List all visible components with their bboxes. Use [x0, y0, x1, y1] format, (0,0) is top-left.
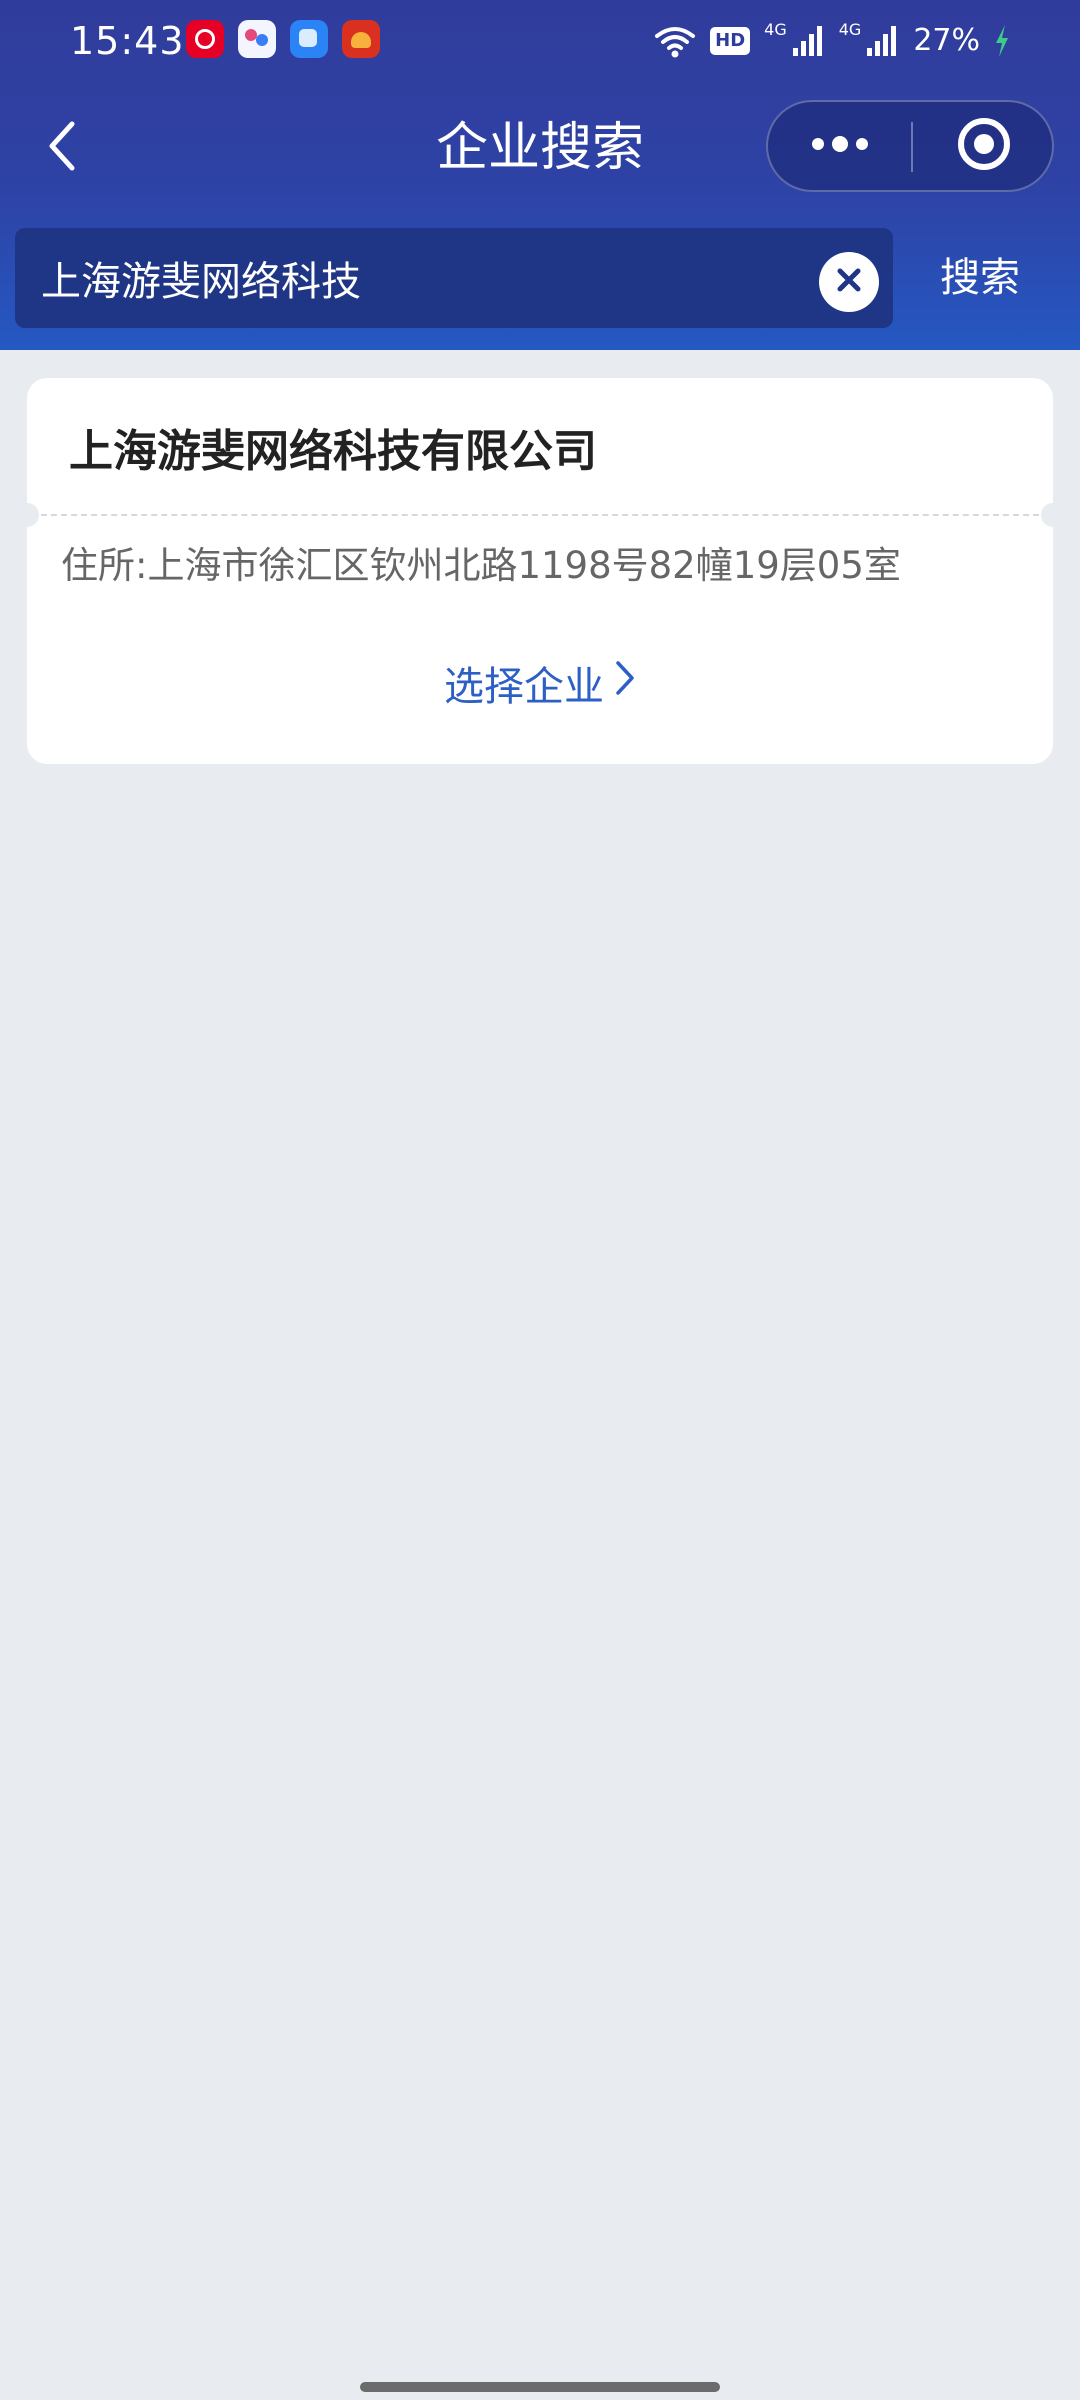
baidu-netdisk-icon	[238, 20, 276, 58]
search-row: 搜索	[0, 226, 1080, 330]
back-button[interactable]	[28, 114, 96, 182]
search-box	[15, 228, 893, 328]
close-icon	[835, 266, 863, 298]
signal-icon-1	[791, 24, 825, 58]
status-bar: 15:43 HD 4G 4G 27%	[0, 0, 1080, 84]
signal-icon-2	[865, 24, 899, 58]
card-notch-right	[1041, 503, 1065, 527]
search-input[interactable]	[41, 228, 821, 328]
charging-bolt-icon	[994, 24, 1010, 58]
phone-screen: 15:43 HD 4G 4G 27% 企业搜索 上海游斐网络科技 搜索 上海游斐…	[0, 0, 1080, 2400]
battery-level: 27%	[913, 23, 980, 58]
network-type-1: 4G	[764, 20, 787, 39]
chevron-left-icon	[42, 118, 82, 178]
card-divider	[41, 514, 1039, 516]
network-type-2: 4G	[838, 20, 862, 39]
hd-badge: HD	[710, 27, 751, 55]
navigation-bar: 企业搜索	[0, 92, 1080, 204]
app-notification-icon	[290, 20, 328, 58]
home-indicator[interactable]	[360, 2382, 720, 2392]
company-address: 住所:上海市徐汇区钦州北路1198号82幢19层05室	[61, 544, 901, 587]
company-name: 上海游斐网络科技有限公司	[69, 426, 597, 477]
notification-icons	[186, 20, 380, 58]
miniprogram-capsule	[766, 100, 1054, 192]
header: 15:43 HD 4G 4G 27% 企业搜索 上海游斐网络科技 搜索	[0, 0, 1080, 350]
netease-music-icon	[186, 20, 224, 58]
card-notch-left	[15, 503, 39, 527]
wifi-icon	[654, 24, 696, 58]
select-company-label: 选择企业	[444, 664, 604, 710]
close-miniprogram-button[interactable]	[913, 102, 1054, 190]
status-time: 15:43	[70, 19, 185, 63]
clear-search-button[interactable]	[819, 252, 879, 312]
more-dots-icon	[810, 134, 870, 158]
select-company-button[interactable]: 选择企业	[27, 648, 1053, 718]
more-menu-button[interactable]	[768, 102, 911, 190]
target-circle-icon	[956, 116, 1012, 176]
result-card: 上海游斐网络科技有限公司 住所:上海市徐汇区钦州北路1198号82幢19层05室…	[15, 378, 1065, 764]
search-button[interactable]: 搜索	[900, 226, 1060, 330]
status-indicators: HD 4G 4G 27%	[654, 18, 1010, 64]
chevron-right-icon	[614, 659, 636, 707]
red-app-icon	[342, 20, 380, 58]
